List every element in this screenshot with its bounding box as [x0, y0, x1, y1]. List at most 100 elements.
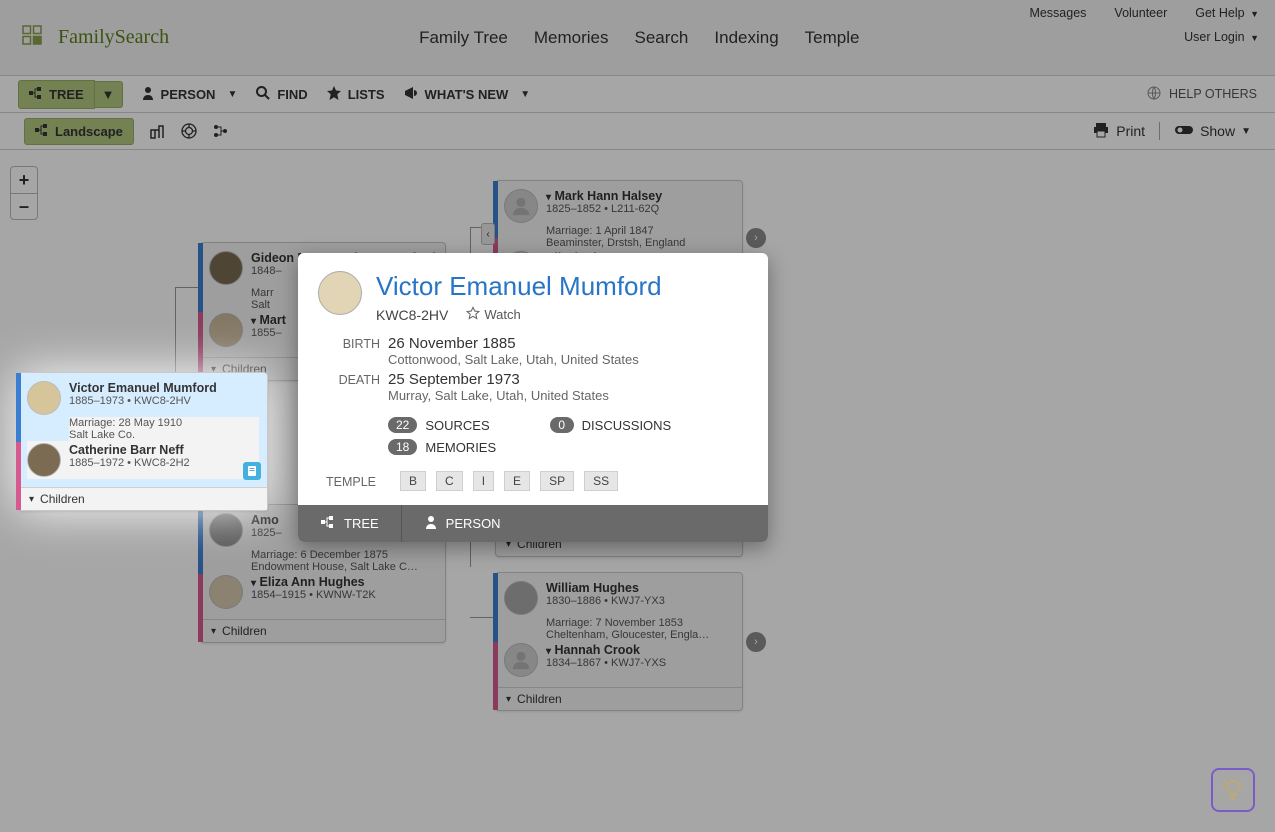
divider: [1159, 122, 1160, 140]
memories-stat[interactable]: 18 MEMORIES: [388, 439, 496, 455]
discussions-count: 0: [550, 417, 574, 433]
birth-place: Cottonwood, Salt Lake, Utah, United Stat…: [388, 352, 748, 367]
landscape-button[interactable]: Landscape: [24, 118, 134, 145]
person-icon: [141, 86, 155, 103]
temple-label: TEMPLE: [326, 473, 376, 489]
popup-tree-button[interactable]: TREE: [298, 505, 401, 542]
person-name[interactable]: ▾ Hannah Crook: [546, 643, 666, 657]
marriage-place: Endowment House, Salt Lake C…: [251, 561, 437, 573]
show-button[interactable]: Show ▼: [1174, 122, 1251, 141]
collapse-handle[interactable]: ‹: [481, 223, 495, 245]
nav-search[interactable]: Search: [635, 28, 689, 48]
popup-avatar: [318, 271, 362, 315]
tree-button[interactable]: TREE: [18, 80, 95, 109]
birth-date: 26 November 1885: [388, 335, 748, 352]
print-icon: [1092, 121, 1110, 142]
birth-label: BIRTH: [318, 335, 380, 367]
user-login-link[interactable]: User Login ▼: [1184, 30, 1259, 44]
sources-stat[interactable]: 22 SOURCES: [388, 417, 490, 433]
couple-card-focus[interactable]: Victor Emanuel Mumford 1885–1973 • KWC8-…: [18, 372, 268, 511]
print-button[interactable]: Print: [1092, 121, 1145, 142]
messages-link[interactable]: Messages: [1029, 6, 1086, 20]
caret-down-icon: ▼: [1250, 33, 1259, 43]
death-label: DEATH: [318, 371, 380, 403]
help-others-link[interactable]: HELP OTHERS: [1169, 87, 1257, 101]
memories-count: 18: [388, 439, 417, 455]
children-toggle[interactable]: ▾Children: [496, 687, 742, 710]
popup-footer: TREE PERSON: [298, 505, 768, 542]
person-button[interactable]: PERSON ▼: [141, 86, 238, 103]
ordinance-box[interactable]: E: [504, 471, 530, 491]
tree-dropdown-button[interactable]: ▼: [95, 81, 123, 108]
person-name[interactable]: Amo: [251, 513, 282, 527]
marriage-info: Marriage: 7 November 1853: [546, 617, 734, 629]
person-name[interactable]: ▾ Mart: [251, 313, 286, 327]
caret-down-icon: ▼: [1250, 9, 1259, 19]
caret-down-icon: ▼: [520, 89, 530, 100]
watch-button[interactable]: Watch: [466, 306, 520, 323]
megaphone-icon: [403, 85, 419, 104]
tree-icon: [35, 123, 49, 140]
view-subbar: Landscape Print Show ▼: [0, 113, 1275, 150]
get-help-link[interactable]: Get Help ▼: [1195, 6, 1259, 20]
avatar: [209, 513, 243, 547]
caret-down-icon: ▼: [1241, 126, 1251, 137]
person-name[interactable]: Catherine Barr Neff: [69, 443, 190, 457]
marriage-info: Marriage: 1 April 1847: [546, 225, 734, 237]
familysearch-logo-icon: [20, 23, 50, 53]
volunteer-link[interactable]: Volunteer: [1114, 6, 1167, 20]
person-name[interactable]: Victor Emanuel Mumford: [69, 381, 217, 395]
fan-icon[interactable]: [148, 122, 166, 140]
nav-memories[interactable]: Memories: [534, 28, 609, 48]
popup-person-button[interactable]: PERSON: [401, 505, 523, 542]
death-place: Murray, Salt Lake, Utah, United States: [388, 388, 748, 403]
ordinance-box[interactable]: C: [436, 471, 463, 491]
expand-button[interactable]: ›: [746, 632, 766, 652]
nav-family-tree[interactable]: Family Tree: [419, 28, 508, 48]
zoom-control: + –: [10, 166, 38, 220]
person-icon: [424, 515, 438, 532]
ordinance-box[interactable]: SS: [584, 471, 618, 491]
caret-down-icon: ▼: [227, 89, 237, 100]
descendancy-icon[interactable]: [180, 122, 198, 140]
find-button[interactable]: FIND: [255, 85, 307, 104]
settings-icon: [1174, 122, 1194, 141]
person-name[interactable]: ▾ Mark Hann Halsey: [546, 189, 662, 203]
marriage-place: Beaminster, Drstsh, England: [546, 237, 734, 249]
connector-line: [175, 287, 200, 288]
avatar: [209, 251, 243, 285]
spotlight-wrapper: Victor Emanuel Mumford 1885–1973 • KWC8-…: [18, 372, 268, 511]
zoom-in-button[interactable]: +: [11, 167, 37, 193]
discussions-stat[interactable]: 0 DISCUSSIONS: [550, 417, 672, 433]
nav-temple[interactable]: Temple: [805, 28, 860, 48]
record-hint-icon[interactable]: [243, 462, 261, 480]
children-toggle[interactable]: ▾Children: [201, 619, 445, 642]
tree-button-group: TREE ▼: [18, 80, 123, 109]
hints-fab[interactable]: [1211, 768, 1255, 812]
nav-indexing[interactable]: Indexing: [714, 28, 778, 48]
ordinance-box[interactable]: B: [400, 471, 426, 491]
top-header: FamilySearch Family Tree Memories Search…: [0, 0, 1275, 76]
virtual-pedigree-icon[interactable]: [212, 122, 230, 140]
person-name[interactable]: ▾ Eliza Ann Hughes: [251, 575, 376, 589]
ordinance-box[interactable]: I: [473, 471, 494, 491]
marriage-place: Cheltenham, Gloucester, Engla…: [546, 629, 734, 641]
couple-card-grand2[interactable]: William Hughes 1830–1886 • KWJ7-YX3 Marr…: [495, 572, 743, 711]
avatar: [209, 313, 243, 347]
avatar: [27, 381, 61, 415]
zoom-out-button[interactable]: –: [11, 193, 37, 219]
ordinance-box[interactable]: SP: [540, 471, 574, 491]
avatar: [504, 189, 538, 223]
main-nav: Family Tree Memories Search Indexing Tem…: [419, 28, 859, 48]
logo[interactable]: FamilySearch: [20, 23, 169, 53]
expand-button[interactable]: ›: [746, 228, 766, 248]
lists-button[interactable]: LISTS: [326, 85, 385, 104]
person-name[interactable]: William Hughes: [546, 581, 665, 595]
marriage-place: Salt Lake Co.: [69, 429, 259, 441]
avatar: [27, 443, 61, 477]
whats-new-button[interactable]: WHAT'S NEW ▼: [403, 85, 531, 104]
popup-person-name[interactable]: Victor Emanuel Mumford: [376, 271, 748, 302]
sources-count: 22: [388, 417, 417, 433]
children-toggle[interactable]: ▾Children: [19, 487, 267, 510]
star-outline-icon: [466, 306, 480, 323]
